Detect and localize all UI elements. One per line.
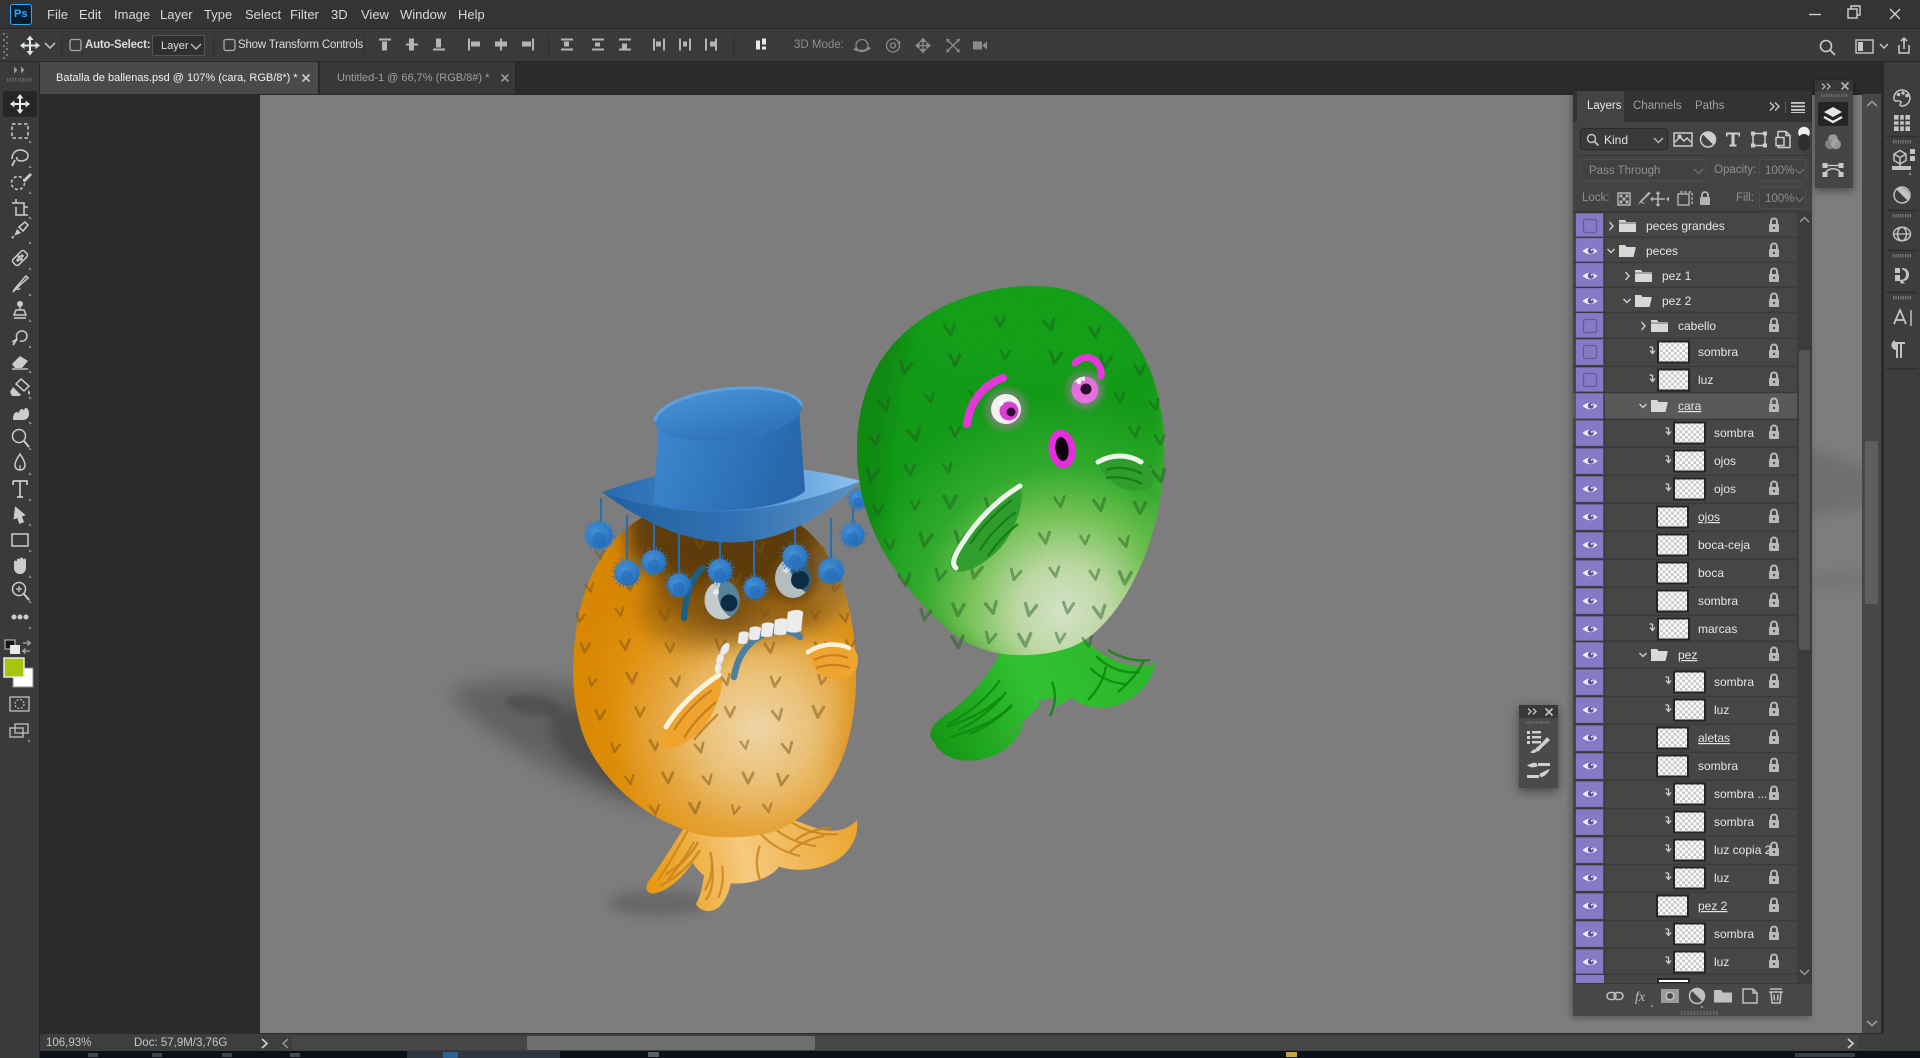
svg-text:cara: cara	[1678, 399, 1702, 413]
svg-text:luz: luz	[1714, 955, 1729, 969]
svg-text:fx: fx	[1635, 990, 1646, 1005]
svg-text:sombra: sombra	[1714, 675, 1754, 689]
svg-text:ojos: ojos	[1714, 454, 1736, 468]
svg-text:sombra: sombra	[1714, 426, 1754, 440]
svg-text:cabello: cabello	[1678, 319, 1716, 333]
svg-text:luz: luz	[1698, 373, 1713, 387]
svg-text:marcas: marcas	[1698, 622, 1737, 636]
svg-text:sombra: sombra	[1698, 759, 1738, 773]
svg-text:sombra ...: sombra ...	[1714, 787, 1767, 801]
svg-text:ojos: ojos	[1714, 482, 1736, 496]
svg-text:aletas: aletas	[1698, 731, 1730, 745]
svg-text:boca-ceja: boca-ceja	[1698, 538, 1750, 552]
svg-text:pez 2: pez 2	[1662, 294, 1692, 308]
svg-text:boca: boca	[1698, 566, 1724, 580]
svg-text:luz: luz	[1714, 703, 1729, 717]
svg-text:pez 2: pez 2	[1698, 899, 1728, 913]
svg-text:pez 1: pez 1	[1662, 269, 1692, 283]
svg-text:sombra: sombra	[1698, 345, 1738, 359]
svg-text:ojos: ojos	[1698, 510, 1720, 524]
svg-text:peces grandes: peces grandes	[1646, 219, 1725, 233]
svg-text:peces: peces	[1646, 244, 1678, 258]
svg-text:luz copia 2: luz copia 2	[1714, 843, 1772, 857]
svg-text:luz: luz	[1714, 871, 1729, 885]
svg-text:sombra: sombra	[1698, 594, 1738, 608]
svg-text:pez: pez	[1678, 648, 1697, 662]
svg-text:sombra: sombra	[1714, 927, 1754, 941]
svg-text:sombra: sombra	[1714, 815, 1754, 829]
